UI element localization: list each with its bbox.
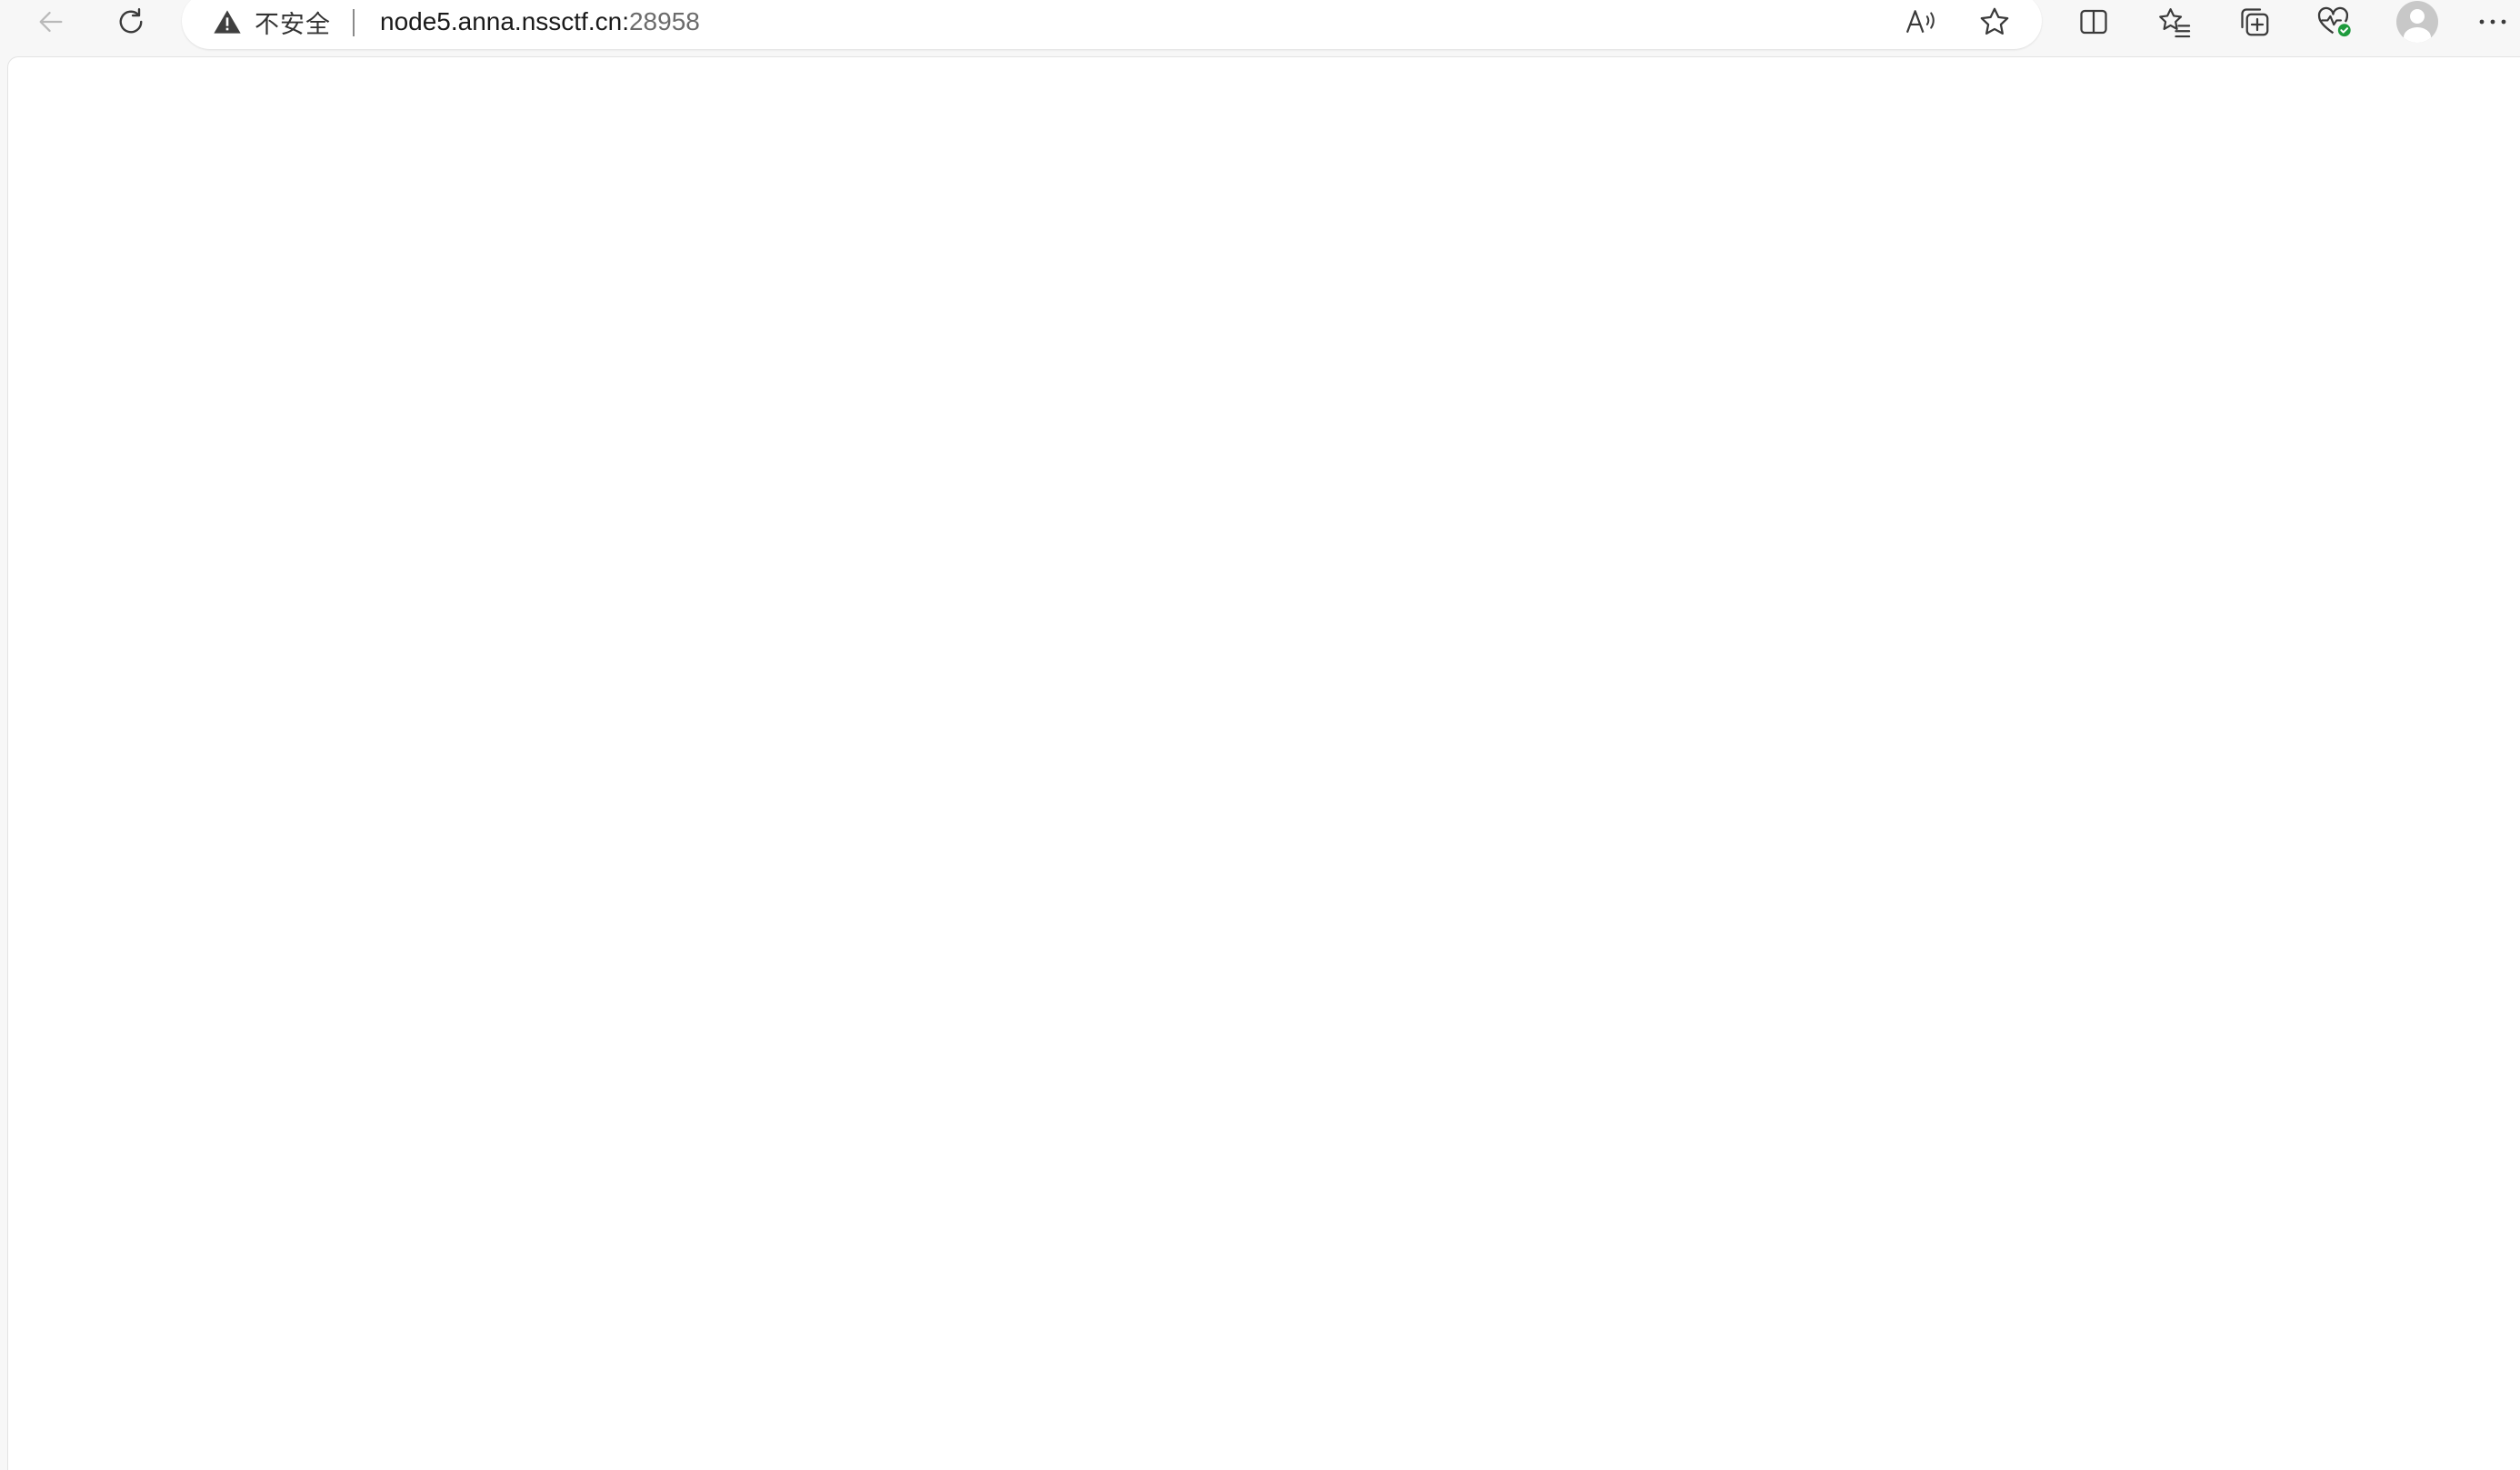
browser-window: 不安全 node5.anna.nssctf.cn: 28958 [0, 0, 2520, 1470]
warning-triangle-icon [214, 10, 241, 34]
heartbeat-icon [2317, 6, 2351, 37]
page-content [7, 56, 2520, 1470]
read-aloud-button[interactable] [1893, 0, 1951, 44]
add-favorite-button[interactable] [1965, 0, 2024, 44]
url-host: node5.anna.nssctf.cn: [380, 7, 629, 35]
more-menu-button[interactable] [2460, 0, 2520, 44]
favorites-button[interactable] [2142, 0, 2207, 44]
collections-button[interactable] [2222, 0, 2287, 44]
url-text[interactable]: node5.anna.nssctf.cn: 28958 [380, 0, 700, 44]
address-bar[interactable]: 不安全 node5.anna.nssctf.cn: 28958 [182, 0, 2042, 49]
read-aloud-icon [1905, 10, 1935, 34]
refresh-button[interactable] [98, 0, 164, 44]
address-divider [353, 9, 355, 36]
browser-toolbar: 不安全 node5.anna.nssctf.cn: 28958 [0, 0, 2520, 56]
profile-button[interactable] [2385, 0, 2450, 44]
site-security-indicator[interactable]: 不安全 [213, 0, 331, 44]
profile-avatar-icon [2396, 1, 2438, 43]
back-arrow-icon [39, 11, 63, 33]
url-port: 28958 [628, 7, 700, 35]
refresh-icon [119, 8, 143, 34]
security-label: 不安全 [255, 10, 331, 39]
star-icon [1980, 7, 2009, 35]
favorites-list-icon [2159, 8, 2191, 38]
split-screen-icon [2080, 9, 2107, 35]
collections-icon [2241, 8, 2269, 36]
back-button[interactable] [18, 0, 84, 44]
browser-essentials-button[interactable] [2302, 0, 2367, 44]
more-menu-icon [2479, 19, 2506, 25]
split-screen-button[interactable] [2061, 0, 2126, 44]
